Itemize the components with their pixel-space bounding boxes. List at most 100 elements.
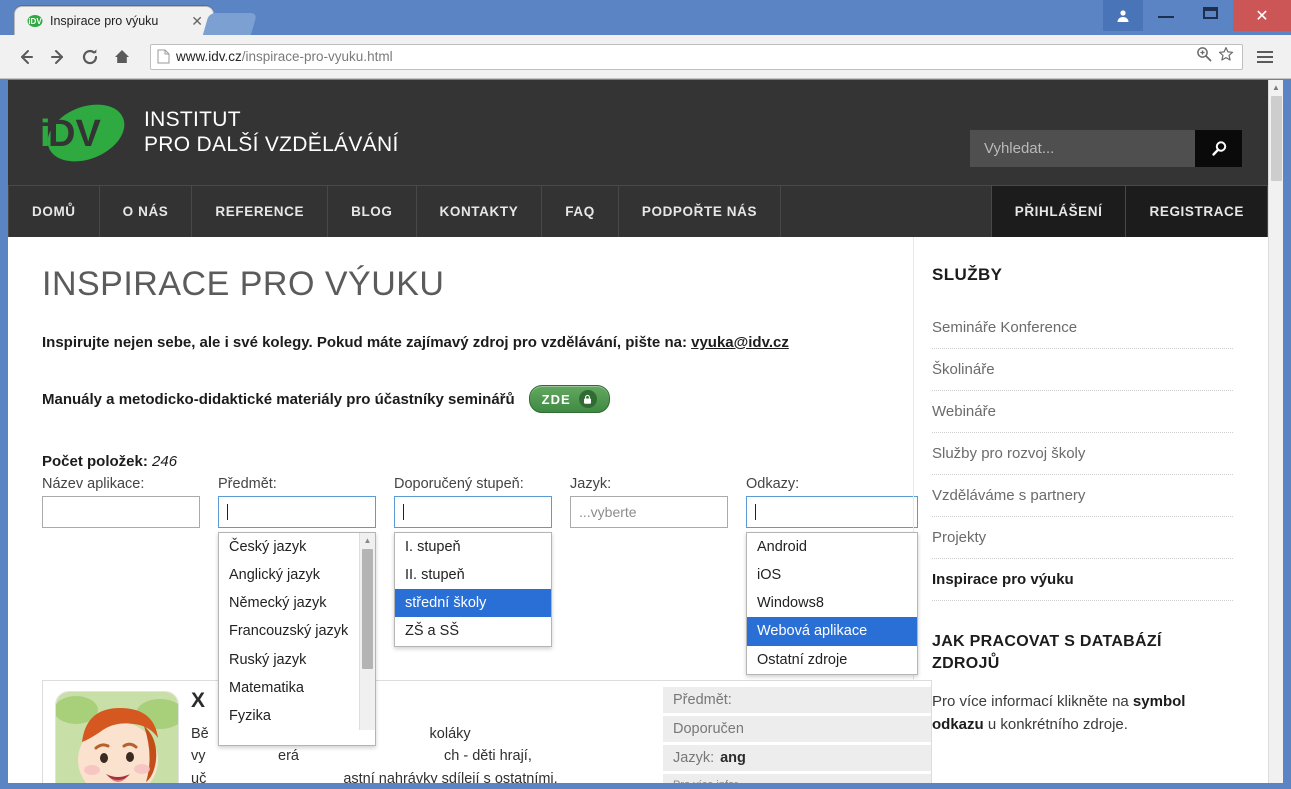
sidebar-item-webinare[interactable]: Webináře xyxy=(932,391,1233,433)
search-input[interactable] xyxy=(970,130,1195,167)
lock-icon xyxy=(578,390,597,408)
level-option[interactable]: II. stupeň xyxy=(395,561,551,589)
level-option[interactable]: ZŠ a SŠ xyxy=(395,617,551,645)
nav-item-domu[interactable]: DOMŮ xyxy=(8,186,100,237)
subject-dropdown-scrollbar[interactable]: ▲ xyxy=(359,533,375,730)
language-placeholder: ...vyberte xyxy=(579,504,637,520)
subject-option[interactable]: Německý jazyk xyxy=(219,589,375,617)
filter-name: Název aplikace: xyxy=(42,476,200,528)
nav-item-kontakty[interactable]: KONTAKTY xyxy=(417,186,543,237)
tab-close-icon[interactable]: ✕ xyxy=(179,14,203,28)
bookmark-star-icon[interactable] xyxy=(1218,46,1234,67)
links-option[interactable]: Android xyxy=(747,533,917,561)
result-metadata: Předmět: Doporučen Jazyk: ang Pro více i… xyxy=(663,681,931,783)
result-thumbnail-wrap xyxy=(43,681,191,783)
nav-item-reference[interactable]: REFERENCE xyxy=(192,186,329,237)
result-card[interactable]: X Bě rýc koláky vy erá ch - děti hrají, … xyxy=(42,680,932,783)
level-dropdown[interactable]: I. stupeň II. stupeň střední školy ZŠ a … xyxy=(394,532,552,647)
nav-item-registrace[interactable]: REGISTRACE xyxy=(1126,186,1268,237)
reload-button[interactable] xyxy=(76,43,104,71)
zde-button[interactable]: ZDE xyxy=(528,385,610,413)
site-header: i DV INSTITUT PRO DALŠÍ VZDĚLÁVÁNÍ xyxy=(8,80,1268,185)
filter-subject: Předmět: Český jazyk Anglický jazyk Něme… xyxy=(218,476,376,746)
scroll-up-icon[interactable]: ▲ xyxy=(1269,80,1283,95)
browser-toolbar: www.idv.cz/inspirace-pro-vyuku.html xyxy=(0,35,1291,79)
level-option-selected[interactable]: střední školy xyxy=(395,589,551,618)
page-scroll-thumb[interactable] xyxy=(1271,96,1282,181)
nav-item-blog[interactable]: BLOG xyxy=(328,186,417,237)
filter-bar: Název aplikace: Předmět: Český jazyk Ang… xyxy=(42,476,918,746)
browser-tab[interactable]: iDV Inspirace pro výuku ✕ xyxy=(14,6,214,35)
page-scrollbar[interactable]: ▲ xyxy=(1268,80,1283,783)
contact-email-link[interactable]: vyuka@idv.cz xyxy=(691,334,789,351)
sidebar-item-projekty[interactable]: Projekty xyxy=(932,517,1233,559)
sidebar-item-inspirace[interactable]: Inspirace pro výuku xyxy=(932,559,1233,601)
tab-strip: iDV Inspirace pro výuku ✕ xyxy=(14,6,258,35)
new-tab-button[interactable] xyxy=(202,13,258,35)
sidebar-heading: SLUŽBY xyxy=(932,265,1003,284)
result-desc-line-3: uč astní nahrávky sdílejí s ostatními. xyxy=(191,768,653,783)
sidebar-item-seminare[interactable]: Semináře Konference xyxy=(932,307,1233,349)
scroll-thumb[interactable] xyxy=(362,549,373,669)
nav-item-podporte-nas[interactable]: PODPOŘTE NÁS xyxy=(619,186,782,237)
level-option[interactable]: I. stupeň xyxy=(395,533,551,561)
sidebar-item-sluzby-rozvoj[interactable]: Služby pro rozvoj školy xyxy=(932,433,1233,475)
subject-input[interactable] xyxy=(218,496,376,528)
subject-option[interactable]: Fyzika xyxy=(219,702,375,730)
site-logo[interactable]: i DV INSTITUT PRO DALŠÍ VZDĚLÁVÁNÍ xyxy=(34,98,399,168)
manuals-text: Manuály a metodicko-didaktické materiály… xyxy=(42,390,515,408)
links-option[interactable]: iOS xyxy=(747,561,917,589)
desc-frag: astní nahrávky sdílejí s ostatními. xyxy=(343,770,558,783)
desc-frag: vy xyxy=(191,748,206,765)
subject-option[interactable]: Český jazyk xyxy=(219,533,375,561)
subject-option[interactable]: Anglický jazyk xyxy=(219,561,375,589)
address-bar[interactable]: www.idv.cz/inspirace-pro-vyuku.html xyxy=(150,43,1243,70)
text-caret xyxy=(403,504,404,520)
browser-menu-button[interactable] xyxy=(1251,43,1279,71)
links-option[interactable]: Windows8 xyxy=(747,589,917,617)
close-window-button[interactable]: ✕ xyxy=(1233,0,1291,31)
meta-row-predmet: Předmět: xyxy=(663,687,931,716)
back-button[interactable] xyxy=(12,43,40,71)
page-document-icon xyxy=(157,49,170,64)
subject-dropdown[interactable]: Český jazyk Anglický jazyk Německý jazyk… xyxy=(218,532,376,746)
links-input[interactable] xyxy=(746,496,918,528)
sidebar-heading-2: JAK PRACOVAT S DATABÁZÍ ZDROJŮ xyxy=(932,633,1162,672)
site-favicon-icon: iDV xyxy=(27,13,43,29)
browser-titlebar: iDV Inspirace pro výuku ✕ ✕ xyxy=(0,0,1291,35)
user-profile-button[interactable] xyxy=(1103,0,1143,31)
tab-title: Inspirace pro výuku xyxy=(50,14,159,28)
links-dropdown[interactable]: Android iOS Windows8 Webová aplikace Ost… xyxy=(746,532,918,675)
desc-frag: uč xyxy=(191,770,207,783)
minimize-button[interactable] xyxy=(1143,0,1188,26)
nav-item-prihlaseni[interactable]: PŘIHLÁŠENÍ xyxy=(991,186,1127,237)
content-area: INSPIRACE PRO VÝUKU Inspirujte nejen seb… xyxy=(8,237,1268,746)
filter-language: Jazyk: ...vyberte xyxy=(570,476,728,528)
meta-label: Jazyk: xyxy=(673,750,715,766)
forward-button[interactable] xyxy=(44,43,72,71)
links-option[interactable]: Ostatní zdroje xyxy=(747,646,917,674)
sidebar-paragraph: Pro více informací klikněte na symbol od… xyxy=(932,690,1233,737)
nav-item-o-nas[interactable]: O NÁS xyxy=(100,186,193,237)
subject-option[interactable]: Ruský jazyk xyxy=(219,646,375,674)
level-input[interactable] xyxy=(394,496,552,528)
home-button[interactable] xyxy=(108,43,136,71)
search-icon xyxy=(1211,140,1226,156)
search-button[interactable] xyxy=(1195,130,1242,167)
links-option-selected[interactable]: Webová aplikace xyxy=(747,617,917,646)
scroll-up-icon[interactable]: ▲ xyxy=(360,533,375,547)
language-input[interactable]: ...vyberte xyxy=(570,496,728,528)
filter-level: Doporučený stupeň: I. stupeň II. stupeň … xyxy=(394,476,552,647)
app-thumbnail xyxy=(55,691,179,783)
name-input[interactable] xyxy=(42,496,200,528)
subject-option[interactable]: Francouzský jazyk xyxy=(219,617,375,645)
maximize-button[interactable] xyxy=(1188,0,1233,26)
meta-row-jazyk: Jazyk: ang xyxy=(663,745,931,774)
window-controls: ✕ xyxy=(1103,0,1291,32)
zoom-icon[interactable] xyxy=(1196,46,1212,67)
subject-option[interactable]: Matematika xyxy=(219,674,375,702)
subject-option-list: Český jazyk Anglický jazyk Německý jazyk… xyxy=(219,533,375,730)
nav-item-faq[interactable]: FAQ xyxy=(542,186,619,237)
sidebar-item-skolinare[interactable]: Školináře xyxy=(932,349,1233,391)
sidebar-item-partnery[interactable]: Vzděláváme s partnery xyxy=(932,475,1233,517)
